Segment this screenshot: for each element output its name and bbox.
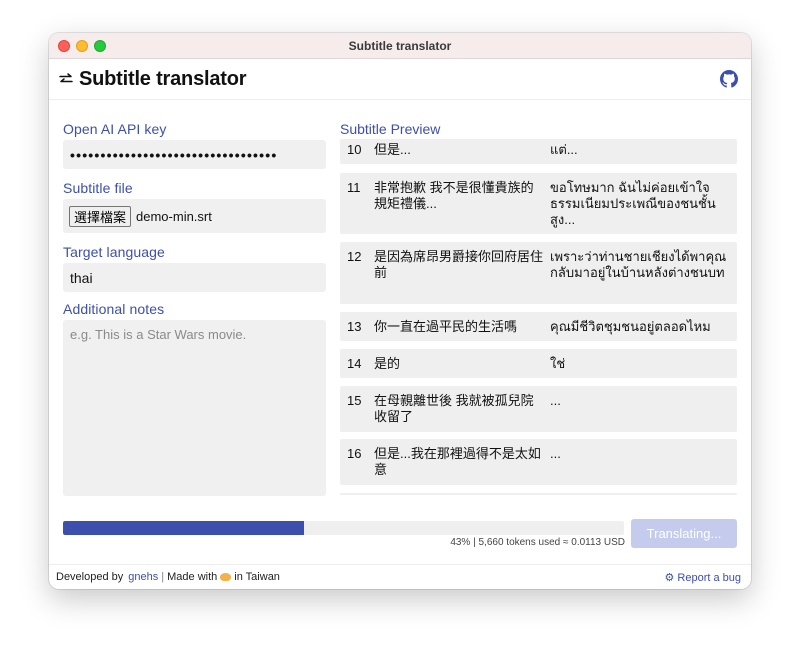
subtitle-row: 10 但是... แต่... (340, 139, 737, 164)
footer: Developed by gnehs | Made with in Taiwan… (49, 564, 751, 589)
love-icon (220, 573, 232, 581)
row-translated-text: เพราะว่าท่านชายเชียงได้พาคุณกลับมาอยู่ใน… (550, 249, 727, 280)
subtitle-row: 15 在母親離世後 我就被孤兒院收留了 ... (340, 386, 737, 432)
subtitle-preview-list[interactable]: 10 但是... แต่... 11 非常抱歉 我不是很懂貴族的規矩禮儀... … (340, 139, 737, 495)
subtitle-row: 16 但是...我在那裡過得不是太如意 ... (340, 439, 737, 485)
maximize-window-button[interactable] (94, 40, 106, 52)
api-key-input[interactable]: •••••••••••••••••••••••••••••••••• (63, 140, 326, 169)
subtitle-row: 11 非常抱歉 我不是很懂貴族的規矩禮儀... ขอโทษมาก ฉันไม่ค… (340, 173, 737, 234)
choose-file-button[interactable]: 選擇檔案 (69, 205, 132, 227)
row-source-text: 你一直在過平民的生活嗎 (374, 319, 518, 334)
separator: | (161, 571, 165, 583)
settings-panel: Open AI API key ••••••••••••••••••••••••… (63, 121, 326, 496)
row-translated-text: คุณมีชีวิตชุมชนอยู่ตลอดไหม (550, 319, 711, 334)
developed-by-text: Developed by (56, 571, 124, 583)
row-translated-text: ... (550, 446, 561, 461)
app-title: Subtitle translator (79, 67, 247, 90)
progress-area: 43% | 5,660 tokens used ≈ 0.0113 USD Tra… (49, 517, 751, 555)
target-language-label: Target language (63, 244, 165, 260)
row-number: 11 (347, 180, 361, 195)
row-source-text: 是因為席昂男爵接你回府居住前 (374, 249, 544, 280)
api-key-label: Open AI API key (63, 121, 167, 137)
in-taiwan-text: in Taiwan (234, 571, 280, 583)
author-link[interactable]: gnehs (128, 571, 158, 583)
made-with-text: Made with (167, 571, 218, 583)
subtitle-row: 12 是因為席昂男爵接你回府居住前 เพราะว่าท่านชายเชียงได… (340, 242, 737, 304)
row-translated-text: ใช่ (550, 356, 566, 371)
subtitle-file-input: 選擇檔案 demo-min.srt (63, 199, 326, 233)
row-source-text: 是的 (374, 356, 401, 371)
row-translated-text: ขอโทษมาก ฉันไม่ค่อยเข้าใจธรรมเนียมประเพณ… (550, 180, 716, 227)
close-window-button[interactable] (58, 40, 70, 52)
row-source-text: 但是... (374, 142, 411, 157)
row-source-text: 但是...我在那裡過得不是太如意 (374, 446, 541, 477)
subtitle-preview-label: Subtitle Preview (340, 121, 441, 137)
subtitle-row: 13 你一直在過平民的生活嗎 คุณมีชีวิตชุมชนอยู่ตลอดไห… (340, 312, 737, 341)
file-name: demo-min.srt (136, 208, 212, 224)
progress-bar-fill (63, 521, 305, 535)
subtitle-row: 14 是的 ใช่ (340, 349, 737, 378)
translate-button[interactable]: Translating... (631, 519, 737, 548)
row-number: 10 (347, 142, 362, 157)
minimize-window-button[interactable] (76, 40, 88, 52)
additional-notes-label: Additional notes (63, 301, 165, 317)
row-number: 15 (347, 393, 362, 408)
report-bug-label: Report a bug (677, 571, 741, 584)
github-icon[interactable] (720, 70, 738, 88)
main-content: Open AI API key ••••••••••••••••••••••••… (49, 101, 751, 496)
report-bug-link[interactable]: ⚙ Report a bug (664, 571, 741, 585)
row-source-text: 非常抱歉 我不是很懂貴族的規矩禮儀... (374, 180, 534, 211)
progress-status-text: 43% | 5,660 tokens used ≈ 0.0113 USD (450, 537, 625, 548)
app-title-group: Subtitle translator (59, 67, 247, 91)
row-source-text: 在母親離世後 我就被孤兒院收留了 (374, 393, 534, 424)
row-translated-text: แต่... (550, 142, 578, 157)
row-number: 16 (347, 446, 362, 461)
window-controls (58, 40, 106, 52)
app-window: Subtitle translator Subtitle translator … (49, 33, 751, 589)
gear-icon: ⚙ (664, 572, 675, 584)
row-translated-text: ... (550, 393, 561, 408)
target-language-input[interactable]: thai (63, 263, 326, 292)
progress-bar (63, 521, 624, 535)
subtitle-row-partial (340, 493, 737, 495)
row-number: 13 (347, 319, 362, 334)
row-number: 12 (347, 249, 362, 264)
subtitle-file-label: Subtitle file (63, 180, 133, 196)
row-number: 14 (347, 356, 362, 371)
additional-notes-textarea[interactable]: e.g. This is a Star Wars movie. (63, 320, 326, 496)
preview-panel: Subtitle Preview 10 但是... แต่... 11 非常抱歉… (340, 121, 737, 495)
swap-icon (59, 73, 73, 83)
app-header: Subtitle translator (49, 59, 751, 100)
window-title: Subtitle translator (348, 38, 452, 53)
title-bar: Subtitle translator (49, 33, 751, 59)
